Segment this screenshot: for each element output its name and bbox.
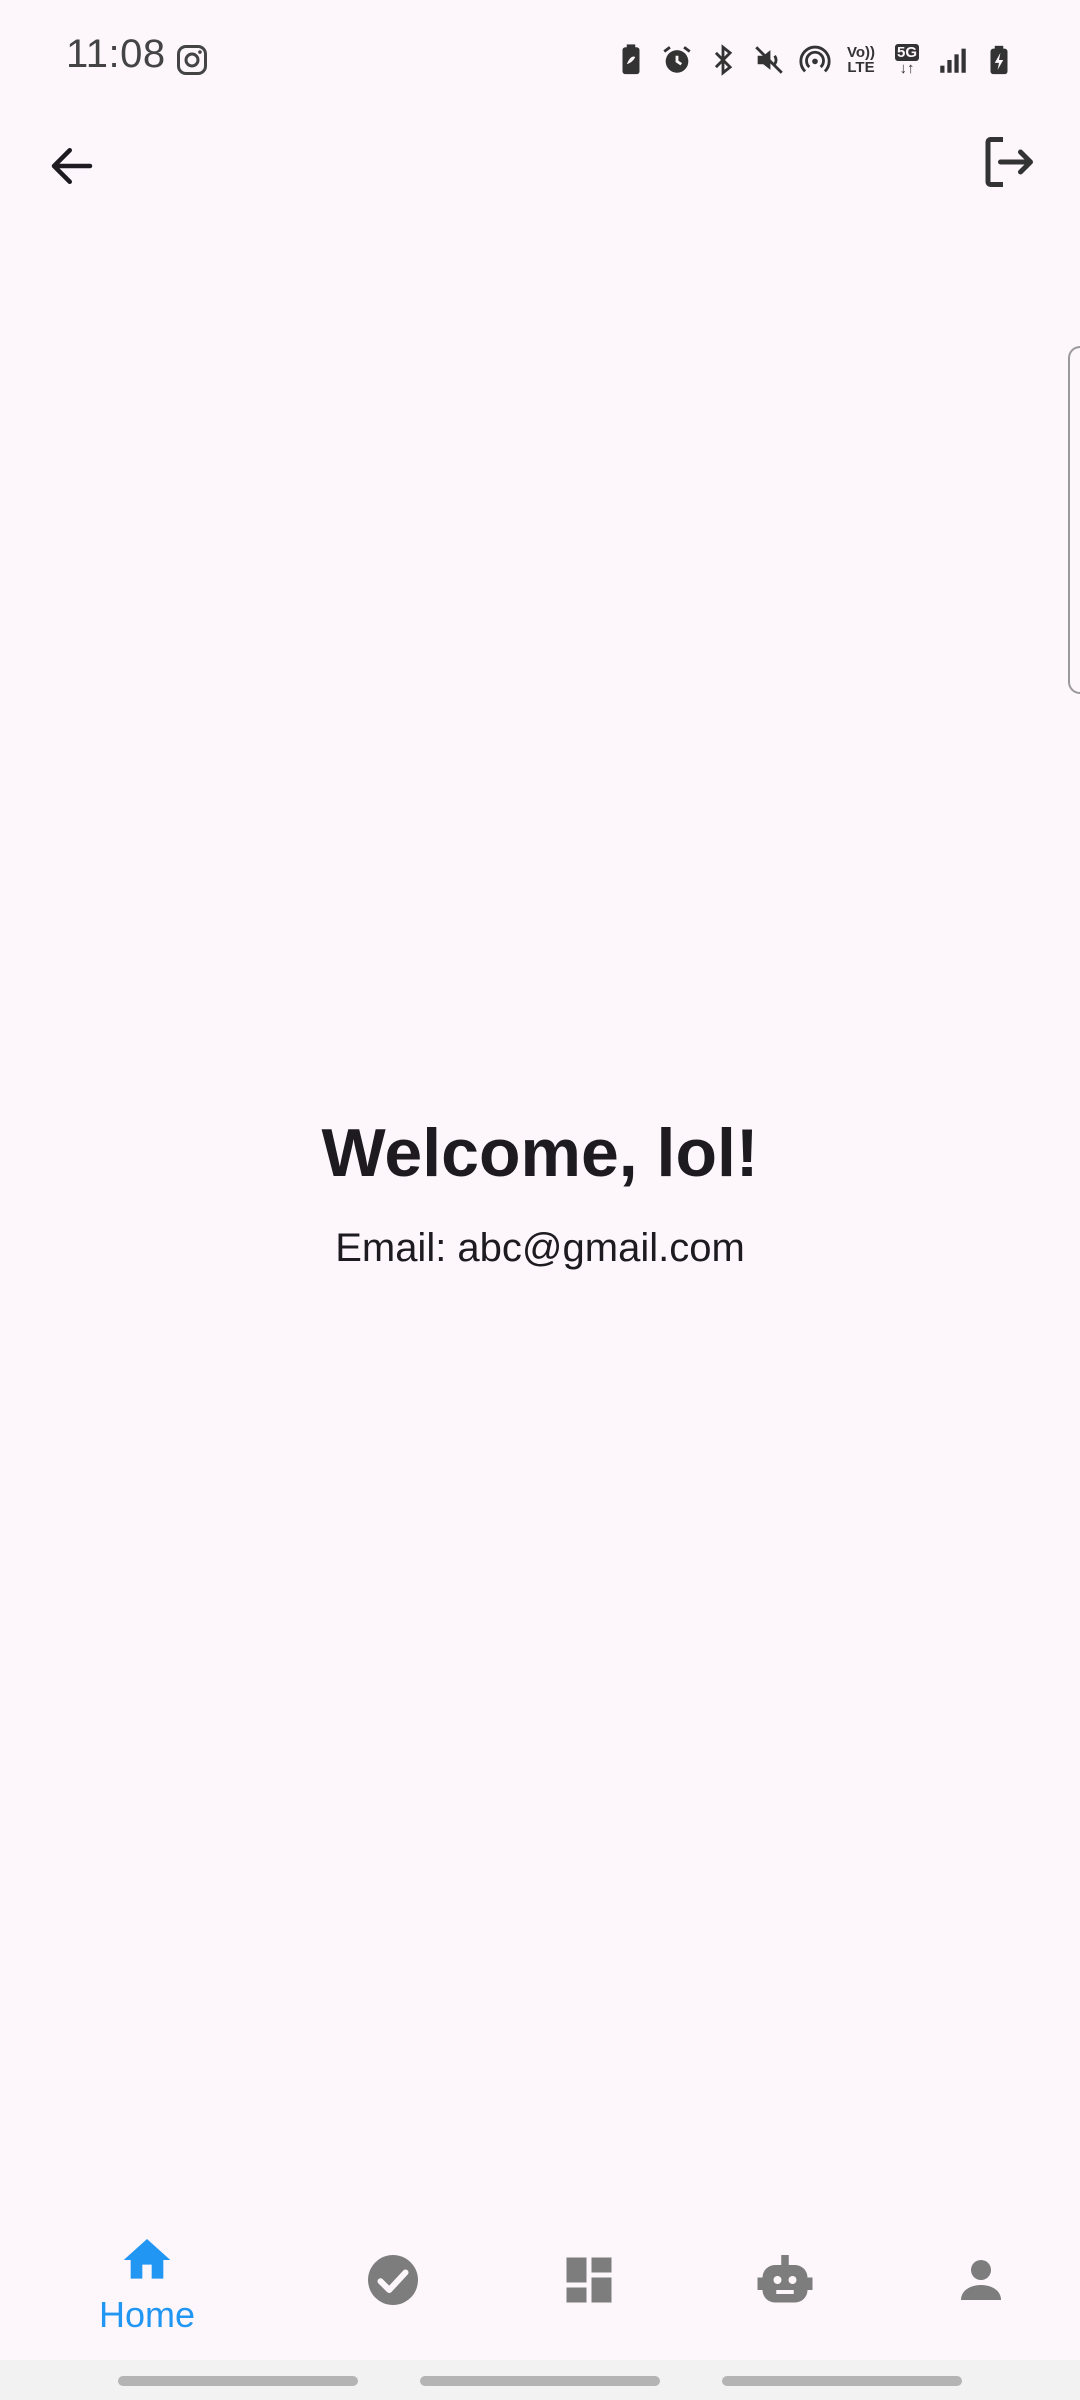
home-icon bbox=[117, 2230, 177, 2290]
mute-icon bbox=[752, 43, 786, 77]
welcome-block: Welcome, lol! Email: abc@gmail.com bbox=[0, 1108, 1080, 1276]
5g-icon: 5G ↓↑ bbox=[890, 43, 924, 77]
person-icon bbox=[951, 2250, 1011, 2310]
arrow-back-icon bbox=[45, 139, 99, 198]
status-time: 11:08 bbox=[66, 32, 166, 76]
dashboard-icon bbox=[559, 2250, 619, 2310]
nav-item-assistant[interactable] bbox=[705, 2206, 865, 2360]
battery-icon bbox=[982, 43, 1016, 77]
app-screen: 11:08 Vo)) LTE 5G ↓↑ Welcome, lol! Email… bbox=[0, 0, 1080, 2400]
volte-icon: Vo)) LTE bbox=[844, 43, 878, 77]
volte-label-top: Vo)) bbox=[846, 44, 876, 61]
status-icons: Vo)) LTE 5G ↓↑ bbox=[614, 40, 1016, 80]
gesture-pill-left[interactable] bbox=[118, 2376, 358, 2386]
edge-panel-handle[interactable] bbox=[1068, 346, 1080, 694]
check-circle-icon bbox=[363, 2250, 423, 2310]
user-email: Email: abc@gmail.com bbox=[335, 1226, 745, 1270]
app-bar bbox=[0, 120, 1080, 204]
nav-label-home: Home bbox=[98, 2294, 196, 2335]
alarm-icon bbox=[660, 43, 694, 77]
nav-item-profile[interactable] bbox=[901, 2206, 1061, 2360]
battery-saver-icon bbox=[614, 43, 648, 77]
welcome-title: Welcome, lol! bbox=[321, 1115, 759, 1191]
logout-icon bbox=[978, 132, 1038, 197]
nav-item-dashboard[interactable] bbox=[509, 2206, 669, 2360]
nav-item-tasks[interactable] bbox=[313, 2206, 473, 2360]
instagram-icon bbox=[174, 42, 210, 78]
nav-item-home[interactable]: Home bbox=[67, 2206, 227, 2360]
volte-label-bottom: LTE bbox=[847, 59, 875, 76]
gesture-bar bbox=[0, 2360, 1080, 2400]
gesture-pill-right[interactable] bbox=[722, 2376, 962, 2386]
back-button[interactable] bbox=[36, 132, 108, 204]
bottom-navigation: Home bbox=[0, 2206, 1080, 2360]
logout-button[interactable] bbox=[972, 128, 1044, 200]
data-arrows-icon: ↓↑ bbox=[899, 60, 915, 77]
gesture-pill-center[interactable] bbox=[420, 2376, 660, 2386]
status-bar: 11:08 Vo)) LTE 5G ↓↑ bbox=[0, 0, 1080, 120]
hotspot-icon bbox=[798, 43, 832, 77]
robot-icon bbox=[755, 2250, 815, 2310]
signal-icon bbox=[936, 43, 970, 77]
bluetooth-icon bbox=[706, 43, 740, 77]
network-label: 5G bbox=[894, 44, 919, 61]
